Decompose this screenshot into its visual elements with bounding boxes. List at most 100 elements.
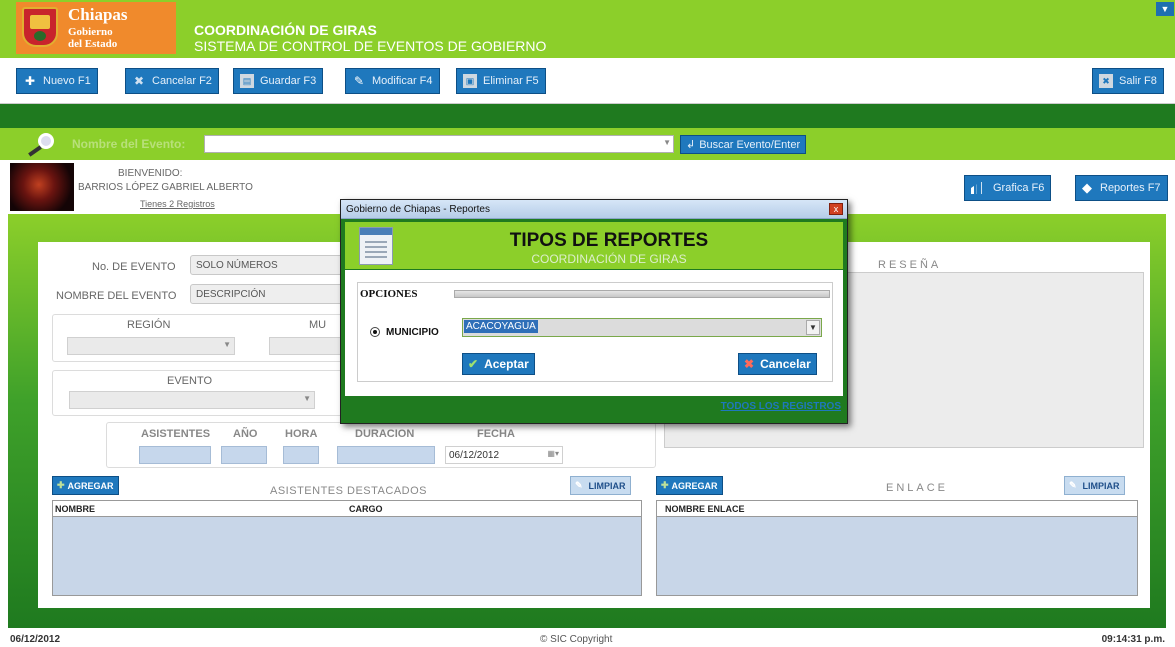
contacts-grid[interactable]: NOMBRE ENLACE	[656, 500, 1138, 596]
x-icon: ✖	[133, 74, 145, 88]
details-group: ASISTENTES AÑO HORA DURACION FECHA 06/12…	[106, 422, 656, 468]
accept-button[interactable]: ✔ Aceptar	[462, 353, 535, 375]
column-contact-name: NOMBRE ENLACE	[665, 504, 745, 514]
municipality-label: MU	[309, 319, 327, 331]
magnifier-icon	[26, 133, 56, 157]
chart-button[interactable]: Grafica F6	[964, 175, 1052, 201]
clear-attendees-button[interactable]: ✎ LIMPIAR	[570, 476, 631, 495]
hour-label: HORA	[285, 428, 318, 440]
pencil-icon: ✎	[353, 74, 365, 88]
dialog-body: OPCIONES MUNICIPIO ACACOYAGUA ▼ ✔ Acepta…	[345, 270, 843, 396]
contacts-grid-header: NOMBRE ENLACE	[657, 501, 1137, 517]
cancel-button[interactable]: ✖ Cancelar F2	[125, 68, 219, 94]
event-type-label: EVENTO	[167, 375, 213, 387]
bar-chart-icon	[971, 182, 985, 194]
calendar-icon[interactable]: ▦▾	[547, 449, 559, 458]
municipality-select[interactable]	[269, 337, 351, 355]
eraser-icon: ✎	[1069, 480, 1077, 490]
plus-icon: ✚	[57, 480, 65, 490]
footer-copyright: © SIC Copyright	[540, 634, 613, 645]
clear-contacts-button[interactable]: ✎ LIMPIAR	[1064, 476, 1125, 495]
eraser-icon: ✎	[575, 480, 583, 490]
hour-field[interactable]	[283, 446, 319, 464]
save-button-label: Guardar F3	[260, 75, 317, 87]
eraser-icon: ▣	[463, 74, 477, 88]
chevron-down-icon[interactable]: ▼	[303, 394, 311, 403]
attendees-field[interactable]	[139, 446, 211, 464]
records-link[interactable]: Tienes 2 Registros	[140, 199, 215, 209]
attendees-label: ASISTENTES	[141, 428, 211, 440]
user-name: BARRIOS LÓPEZ GABRIEL ALBERTO	[78, 182, 253, 193]
save-button[interactable]: ▤ Guardar F3	[233, 68, 324, 94]
add-contact-label: AGREGAR	[671, 480, 718, 491]
check-icon: ✔	[468, 357, 479, 371]
new-button[interactable]: ✚ Nuevo F1	[16, 68, 98, 94]
search-label: Nombre del Evento:	[72, 137, 186, 151]
dialog-titlebar[interactable]: Gobierno de Chiapas - Reportes x	[341, 200, 847, 219]
logo-subtitle: Gobierno del Estado	[68, 26, 117, 50]
dialog-window-title: Gobierno de Chiapas - Reportes	[346, 204, 490, 215]
event-type-select[interactable]: ▼	[69, 391, 315, 409]
floppy-disk-icon: ▤	[240, 74, 254, 88]
region-group: REGIÓN ▼ MU	[52, 314, 352, 362]
date-value: 06/12/2012	[449, 450, 500, 461]
minimize-button[interactable]: ▼	[1156, 2, 1174, 16]
duration-field[interactable]	[337, 446, 435, 464]
exit-icon: ✖	[1099, 74, 1113, 88]
search-event-button[interactable]: ↲ Buscar Evento/Enter	[680, 135, 807, 154]
event-search-combo[interactable]: ▼	[204, 135, 674, 153]
dialog-subtitle: COORDINACIÓN DE GIRAS	[531, 252, 687, 266]
contact-section-title: ENLACE	[886, 482, 949, 494]
options-group: OPCIONES MUNICIPIO ACACOYAGUA ▼ ✔ Acepta…	[357, 282, 833, 382]
delete-button-label: Eliminar F5	[483, 75, 539, 87]
state-seal-icon	[22, 7, 58, 47]
year-label: AÑO	[233, 428, 258, 440]
reports-button-label: Reportes F7	[1100, 182, 1161, 194]
municipality-radio[interactable]	[370, 327, 380, 337]
app-title: COORDINACIÓN DE GIRAS	[194, 22, 377, 38]
divider-band	[0, 104, 1175, 128]
avatar	[10, 163, 74, 211]
municipality-value: ACACOYAGUA	[464, 320, 538, 333]
close-icon[interactable]: x	[829, 203, 843, 215]
delete-button[interactable]: ▣ Eliminar F5	[456, 68, 546, 94]
cancel-button-label: Cancelar F2	[152, 75, 212, 87]
chevron-down-icon[interactable]: ▼	[663, 138, 671, 147]
dialog-cancel-button[interactable]: ✖ Cancelar	[738, 353, 817, 375]
accept-button-label: Aceptar	[484, 357, 529, 371]
logo-title: Chiapas	[68, 5, 128, 24]
municipality-radio-label: MUNICIPIO	[386, 327, 439, 338]
modify-button[interactable]: ✎ Modificar F4	[345, 68, 440, 94]
footer-time: 09:14:31 p.m.	[1101, 634, 1165, 645]
municipality-dropdown[interactable]: ACACOYAGUA ▼	[462, 318, 822, 337]
event-name-field[interactable]: DESCRIPCIÓN	[190, 284, 350, 304]
event-number-field[interactable]: SOLO NÚMEROS	[190, 255, 350, 275]
year-field[interactable]	[221, 446, 267, 464]
book-icon: ◆	[1082, 180, 1092, 195]
new-button-label: Nuevo F1	[43, 75, 91, 87]
event-name-label: NOMBRE DEL EVENTO	[56, 290, 177, 302]
chiapas-logo: Chiapas Gobierno del Estado	[16, 2, 176, 54]
dialog-cancel-label: Cancelar	[760, 357, 811, 371]
date-picker[interactable]: 06/12/2012 ▦▾	[445, 446, 563, 464]
attendees-grid-header: NOMBRE CARGO	[53, 501, 641, 517]
exit-button[interactable]: ✖ Salir F8	[1092, 68, 1164, 94]
all-records-link[interactable]: TODOS LOS REGISTROS	[721, 401, 841, 412]
dialog-header: TIPOS DE REPORTES COORDINACIÓN DE GIRAS	[345, 222, 843, 269]
add-attendee-label: AGREGAR	[67, 480, 114, 491]
region-select[interactable]: ▼	[67, 337, 235, 355]
add-contact-button[interactable]: ✚ AGREGAR	[656, 476, 723, 495]
add-attendee-button[interactable]: ✚ AGREGAR	[52, 476, 119, 495]
attendees-grid[interactable]: NOMBRE CARGO	[52, 500, 642, 596]
plus-icon: ✚	[24, 74, 36, 88]
status-bar: 06/12/2012 © SIC Copyright 09:14:31 p.m.	[0, 632, 1175, 647]
reports-button[interactable]: ◆ Reportes F7	[1075, 175, 1168, 201]
clear-contacts-label: LIMPIAR	[1082, 480, 1120, 491]
region-label: REGIÓN	[127, 319, 171, 331]
welcome-label: BIENVENIDO:	[118, 168, 183, 179]
plus-icon: ✚	[661, 480, 669, 490]
chevron-down-icon[interactable]: ▼	[223, 340, 231, 349]
chevron-down-icon[interactable]: ▼	[806, 320, 820, 335]
logo-line-2: del Estado	[68, 38, 118, 50]
event-number-label: No. DE EVENTO	[92, 261, 176, 273]
